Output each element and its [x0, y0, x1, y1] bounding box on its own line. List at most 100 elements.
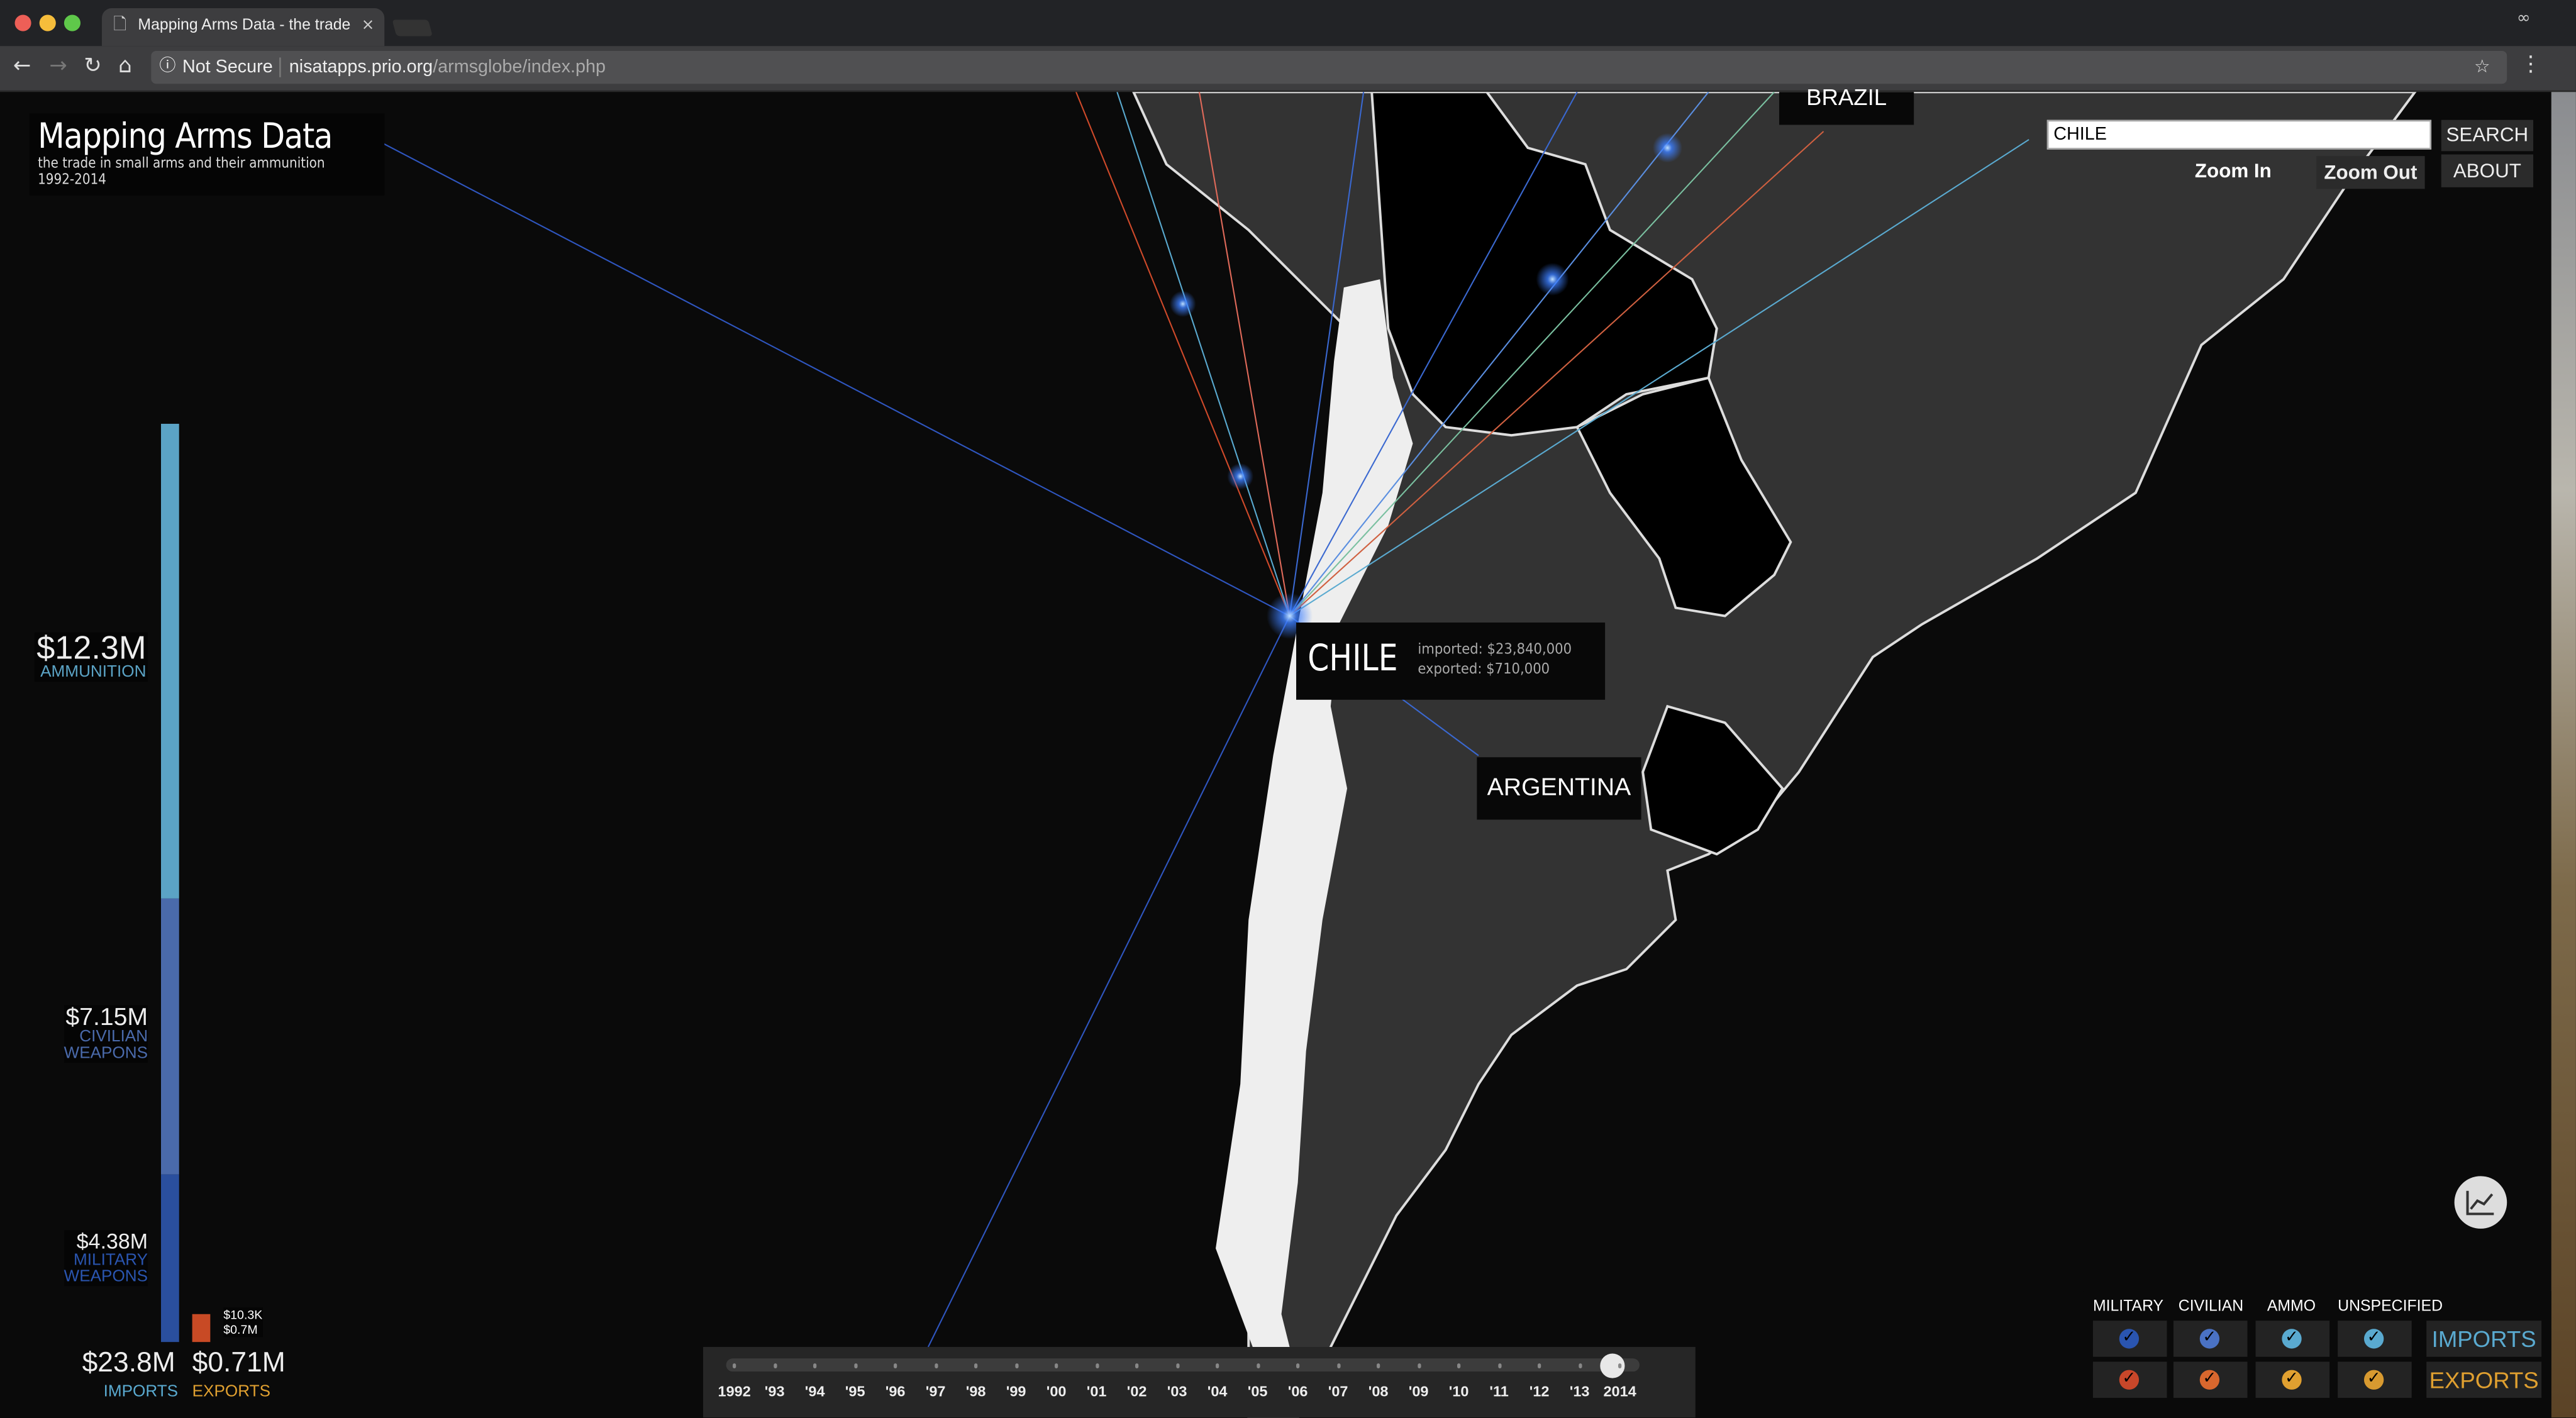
year-label[interactable]: '11: [1489, 1383, 1508, 1399]
back-icon[interactable]: ←: [13, 54, 31, 79]
security-label: Not Secure: [182, 57, 273, 77]
year-label[interactable]: '06: [1288, 1383, 1308, 1399]
timeline-tick[interactable]: [1377, 1363, 1380, 1368]
export-ammo-checkbox[interactable]: ✓: [2255, 1361, 2330, 1398]
timeline-tick[interactable]: [1538, 1363, 1541, 1368]
year-label[interactable]: '02: [1127, 1383, 1147, 1399]
timeline-tick[interactable]: [813, 1363, 817, 1368]
year-label[interactable]: '01: [1087, 1383, 1107, 1399]
timeline-tick[interactable]: [1417, 1363, 1421, 1368]
close-window-button[interactable]: [14, 14, 31, 31]
import-unspecified-checkbox[interactable]: ✓: [2338, 1321, 2412, 1357]
timeline-tick[interactable]: [1457, 1363, 1461, 1368]
timeline-tick[interactable]: [1256, 1363, 1260, 1368]
checkmark-icon: ✓: [2199, 1329, 2220, 1349]
year-label[interactable]: 2014: [1603, 1383, 1636, 1399]
zoom-out-button[interactable]: Zoom Out: [2316, 156, 2425, 189]
year-label[interactable]: '10: [1449, 1383, 1469, 1399]
timeline-tick[interactable]: [853, 1363, 857, 1368]
globe-map[interactable]: [0, 92, 2551, 1418]
checkmark-icon: ✓: [2363, 1370, 2384, 1390]
year-label[interactable]: '08: [1368, 1383, 1389, 1399]
timeline-tick[interactable]: [1175, 1363, 1179, 1368]
export-unspecified-checkbox[interactable]: ✓: [2338, 1361, 2412, 1398]
browser-tab[interactable]: 🗋 Mapping Arms Data - the trade in small…: [101, 8, 385, 47]
timeline-slider[interactable]: [726, 1358, 1640, 1372]
incognito-icon: ∞: [2516, 9, 2531, 28]
timeline-tick[interactable]: [1296, 1363, 1300, 1368]
timeline-tick[interactable]: [1135, 1363, 1139, 1368]
timeline-tick[interactable]: [1014, 1363, 1018, 1368]
import-military-checkbox[interactable]: ✓: [2092, 1321, 2167, 1357]
timeline-tick[interactable]: [773, 1363, 777, 1368]
import-ammo-checkbox[interactable]: ✓: [2255, 1321, 2330, 1357]
year-label[interactable]: '13: [1570, 1383, 1590, 1399]
exports-toggle-button[interactable]: EXPORTS: [2426, 1361, 2542, 1398]
home-icon[interactable]: ⌂: [118, 54, 132, 79]
year-label[interactable]: '05: [1248, 1383, 1268, 1399]
menu-icon[interactable]: ⋮: [2520, 53, 2541, 77]
search-input[interactable]: [2046, 119, 2432, 150]
export-civilian-checkbox[interactable]: ✓: [2173, 1361, 2248, 1398]
country-label-argentina[interactable]: ARGENTINA: [1477, 757, 1641, 820]
about-button[interactable]: ABOUT: [2441, 154, 2534, 187]
year-label[interactable]: '07: [1328, 1383, 1348, 1399]
year-label[interactable]: '04: [1208, 1383, 1228, 1399]
checkmark-icon: ✓: [2199, 1370, 2220, 1390]
year-label[interactable]: '97: [926, 1383, 946, 1399]
chart-toggle-button[interactable]: [2454, 1176, 2507, 1229]
new-tab-button[interactable]: [392, 19, 433, 36]
year-label[interactable]: '94: [805, 1383, 825, 1399]
timeline-tick[interactable]: [733, 1363, 736, 1368]
timeline-tick[interactable]: [894, 1363, 897, 1368]
imports-total: $23.8M: [82, 1347, 175, 1378]
civilian-summary: $7.15M CIVILIAN WEAPONS: [64, 1005, 148, 1063]
timeline-tick[interactable]: [1578, 1363, 1582, 1368]
military-label-2: WEAPONS: [64, 1268, 148, 1287]
url-host: nisatapps.prio.org: [289, 57, 433, 77]
close-tab-icon[interactable]: ×: [362, 8, 375, 44]
url-bar[interactable]: ⓘ Not Secure nisatapps.prio.org/armsglob…: [151, 50, 2507, 84]
ammunition-label: AMMUNITION: [40, 663, 147, 682]
timeline-tick[interactable]: [1336, 1363, 1340, 1368]
checkmark-icon: ✓: [2119, 1370, 2140, 1390]
year-label[interactable]: '93: [765, 1383, 785, 1399]
timeline-tick[interactable]: [934, 1363, 938, 1368]
imports-toggle-button[interactable]: IMPORTS: [2426, 1321, 2542, 1357]
zoom-in-button[interactable]: Zoom In: [2195, 159, 2272, 182]
year-label[interactable]: '03: [1167, 1383, 1187, 1399]
export-military-checkbox[interactable]: ✓: [2092, 1361, 2167, 1398]
timeline-tick[interactable]: [1618, 1363, 1622, 1368]
map-canvas[interactable]: [0, 92, 2551, 1418]
timeline-tick[interactable]: [974, 1363, 978, 1368]
year-label[interactable]: '98: [966, 1383, 986, 1399]
year-label[interactable]: '95: [845, 1383, 865, 1399]
year-label[interactable]: '09: [1409, 1383, 1429, 1399]
info-icon: ⓘ: [159, 57, 176, 76]
exports-label: EXPORTS: [192, 1383, 270, 1402]
import-civilian-checkbox[interactable]: ✓: [2173, 1321, 2248, 1357]
timeline-tick[interactable]: [1216, 1363, 1219, 1368]
minimize-window-button[interactable]: [39, 14, 56, 31]
year-label[interactable]: '96: [886, 1383, 906, 1399]
timeline-tick[interactable]: [1497, 1363, 1501, 1368]
civilian-value: $7.15M: [65, 1004, 148, 1032]
military-label: MILITARY: [74, 1251, 148, 1270]
maximize-window-button[interactable]: [64, 14, 80, 31]
filter-header-ammo: AMMO: [2267, 1297, 2316, 1316]
divider: [279, 57, 281, 77]
forward-icon[interactable]: →: [49, 54, 67, 79]
exports-total: $0.71M: [192, 1347, 286, 1378]
search-button[interactable]: SEARCH: [2441, 119, 2534, 152]
country-label-brazil[interactable]: BRAZIL: [1779, 86, 1914, 125]
reload-icon[interactable]: ↻: [84, 54, 101, 79]
year-label[interactable]: '00: [1046, 1383, 1067, 1399]
bookmark-star-icon[interactable]: ☆: [2474, 51, 2490, 84]
tooltip-exported: exported: $710,000: [1418, 662, 1550, 679]
year-label[interactable]: '12: [1530, 1383, 1550, 1399]
timeline-tick[interactable]: [1055, 1363, 1058, 1368]
year-label[interactable]: '99: [1006, 1383, 1026, 1399]
year-label[interactable]: 1992: [718, 1383, 750, 1399]
timeline-tick[interactable]: [1095, 1363, 1099, 1368]
country-tooltip: CHILE imported: $23,840,000 exported: $7…: [1296, 623, 1606, 700]
